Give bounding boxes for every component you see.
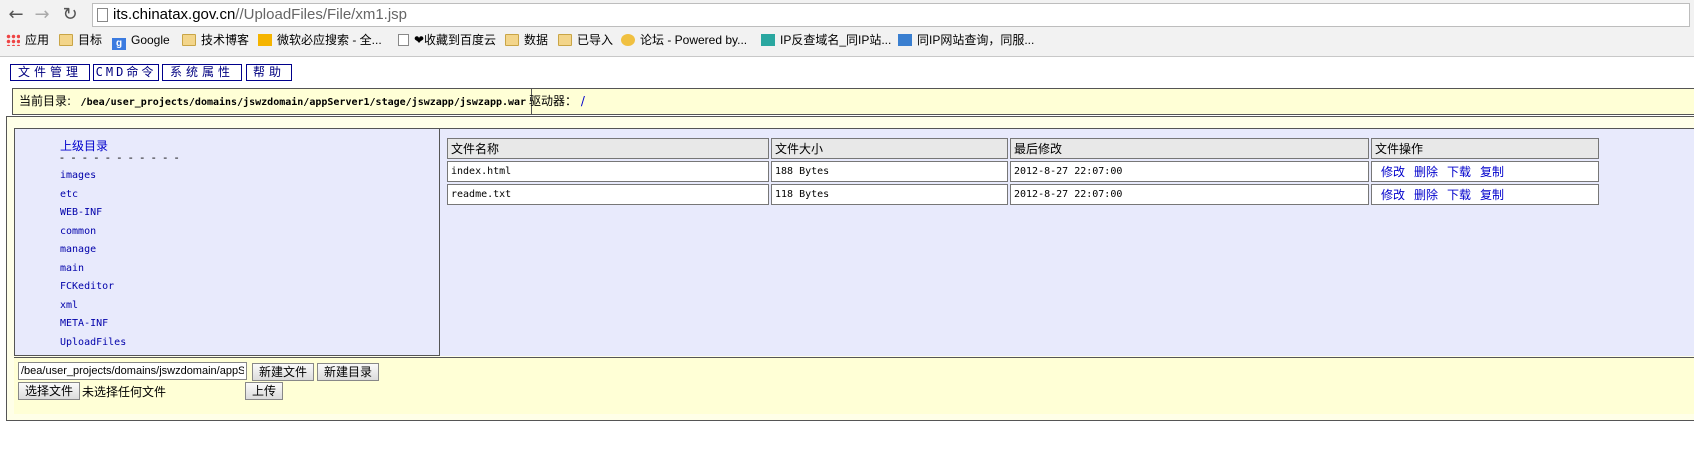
edit-link[interactable]: 修改 — [1381, 165, 1405, 179]
drive-label: 驱动器： — [529, 94, 578, 108]
folder-icon — [59, 34, 73, 46]
edit-link[interactable]: 修改 — [1381, 188, 1405, 202]
file-actions: 修改 删除 下载 复制 — [1371, 161, 1599, 182]
bing-icon — [258, 34, 272, 46]
tree-item-web-inf[interactable]: WEB-INF — [60, 207, 102, 218]
apps-grid-icon — [6, 34, 20, 46]
file-size: 188 Bytes — [771, 161, 1008, 182]
address-bar[interactable]: its.chinatax.gov.cn//UploadFiles/File/xm… — [92, 3, 1690, 27]
bookmark-google[interactable]: g Google — [112, 30, 170, 50]
tree-item-xml[interactable]: xml — [60, 300, 78, 311]
bookmark-folder-target[interactable]: 目标 — [59, 30, 102, 50]
bookmark-forum[interactable]: 论坛 - Powered by... — [621, 30, 747, 50]
copy-link[interactable]: 复制 — [1480, 165, 1504, 179]
bookmark-label: ❤收藏到百度云 — [414, 33, 497, 47]
forum-icon — [621, 34, 635, 46]
bottom-actions: 新建文件 新建目录 选择文件 未选择任何文件 上传 — [14, 357, 1694, 414]
column-header-name: 文件名称 — [447, 138, 769, 159]
tree-item-uploadfiles[interactable]: UploadFiles — [60, 337, 126, 348]
file-list-panel: 文件名称 文件大小 最后修改 文件操作 index.html 188 Bytes… — [440, 128, 1694, 356]
tree-item-main[interactable]: main — [60, 263, 84, 274]
tree-separator: - - - - - - - - - - - — [60, 151, 181, 164]
directory-tree: 上级目录 - - - - - - - - - - - images etc WE… — [14, 128, 440, 356]
page-icon — [97, 8, 108, 22]
bookmark-folder-tech-blog[interactable]: 技术博客 — [182, 30, 249, 50]
tree-item-common[interactable]: common — [60, 226, 96, 237]
bookmark-apps[interactable]: 应用 — [6, 30, 49, 50]
path-bar: 当前目录: /bea/user_projects/domains/jswzdom… — [12, 88, 1694, 115]
download-link[interactable]: 下载 — [1447, 165, 1471, 179]
choose-file-button[interactable]: 选择文件 — [18, 382, 81, 400]
current-directory-label: 当前目录: — [19, 94, 72, 108]
ip-icon — [761, 34, 775, 46]
tree-item-fckeditor[interactable]: FCKeditor — [60, 281, 114, 292]
table-header-row: 文件名称 文件大小 最后修改 文件操作 — [447, 138, 1599, 159]
table-row: readme.txt 118 Bytes 2012-8-27 22:07:00 … — [447, 184, 1599, 205]
bookmark-folder-imported[interactable]: 已导入 — [558, 30, 613, 50]
bookmark-label: 目标 — [78, 33, 103, 47]
menu-help[interactable]: 帮助 — [246, 64, 292, 81]
bookmark-label: 微软必应搜索 - 全... — [277, 33, 382, 47]
bookmark-label: 同IP网站查询，同服... — [917, 33, 1035, 47]
folder-icon — [505, 34, 519, 46]
current-directory-path: /bea/user_projects/domains/jswzdomain/ap… — [80, 97, 527, 108]
tree-item-images[interactable]: images — [60, 170, 96, 181]
drive-link[interactable]: / — [581, 94, 585, 108]
column-header-size: 文件大小 — [771, 138, 1008, 159]
bookmark-label: 应用 — [25, 33, 50, 47]
copy-link[interactable]: 复制 — [1480, 188, 1504, 202]
path-input[interactable] — [18, 362, 247, 380]
bookmark-label: 论坛 - Powered by... — [640, 33, 748, 47]
no-file-selected-text: 未选择任何文件 — [82, 385, 167, 399]
back-arrow-icon[interactable]: ← — [4, 3, 28, 27]
bookmark-label: 已导入 — [577, 33, 614, 47]
forward-arrow-icon[interactable]: → — [30, 3, 54, 27]
bookmark-label: 技术博客 — [201, 33, 250, 47]
download-link[interactable]: 下载 — [1447, 188, 1471, 202]
file-actions: 修改 删除 下载 复制 — [1371, 184, 1599, 205]
menu-file-management[interactable]: 文件管理 — [10, 64, 90, 81]
bookmark-ip-reverse[interactable]: IP反查域名_同IP站... — [761, 30, 891, 50]
bookmark-ip-site[interactable]: 同IP网站查询，同服... — [898, 30, 1034, 50]
new-directory-button[interactable]: 新建目录 — [317, 363, 380, 381]
folder-icon — [182, 34, 196, 46]
file-table: 文件名称 文件大小 最后修改 文件操作 index.html 188 Bytes… — [445, 136, 1601, 207]
bookmark-label: Google — [131, 33, 170, 47]
tree-item-meta-inf[interactable]: META-INF — [60, 318, 108, 329]
bookmark-bing[interactable]: 微软必应搜索 - 全... — [258, 30, 382, 50]
bookmarks-bar: 应用 目标 g Google 技术博客 微软必应搜索 - 全... ❤收藏到百度云… — [0, 30, 1694, 50]
menu-cmd[interactable]: CMD命令 — [93, 64, 159, 81]
file-name: index.html — [447, 161, 769, 182]
bookmark-baidu-cloud[interactable]: ❤收藏到百度云 — [398, 30, 496, 50]
column-header-modified: 最后修改 — [1010, 138, 1369, 159]
bookmark-label: IP反查域名_同IP站... — [780, 33, 892, 47]
bookmark-label: 数据 — [524, 33, 549, 47]
column-header-actions: 文件操作 — [1371, 138, 1599, 159]
ip-site-icon — [898, 34, 912, 46]
file-name: readme.txt — [447, 184, 769, 205]
delete-link[interactable]: 删除 — [1414, 165, 1438, 179]
current-directory: 当前目录: /bea/user_projects/domains/jswzdom… — [13, 89, 532, 114]
bookmark-folder-data[interactable]: 数据 — [505, 30, 548, 50]
table-row: index.html 188 Bytes 2012-8-27 22:07:00 … — [447, 161, 1599, 182]
url-text: its.chinatax.gov.cn//UploadFiles/File/xm… — [113, 6, 407, 23]
browser-chrome: ← → ↻ its.chinatax.gov.cn//UploadFiles/F… — [0, 0, 1694, 57]
menu-system-properties[interactable]: 系统属性 — [162, 64, 242, 81]
reload-icon[interactable]: ↻ — [58, 3, 82, 27]
delete-link[interactable]: 删除 — [1414, 188, 1438, 202]
new-file-button[interactable]: 新建文件 — [252, 363, 315, 381]
drive: 驱动器： / — [529, 89, 585, 114]
url-host: its.chinatax.gov.cn — [113, 6, 236, 23]
page-icon — [398, 34, 409, 46]
url-path: //UploadFiles/File/xm1.jsp — [235, 6, 408, 23]
file-size: 118 Bytes — [771, 184, 1008, 205]
file-modified: 2012-8-27 22:07:00 — [1010, 184, 1369, 205]
tree-item-etc[interactable]: etc — [60, 189, 78, 200]
file-modified: 2012-8-27 22:07:00 — [1010, 161, 1369, 182]
folder-icon — [558, 34, 572, 46]
google-icon: g — [112, 38, 126, 50]
upload-button[interactable]: 上传 — [245, 382, 284, 400]
tree-item-manage[interactable]: manage — [60, 244, 96, 255]
